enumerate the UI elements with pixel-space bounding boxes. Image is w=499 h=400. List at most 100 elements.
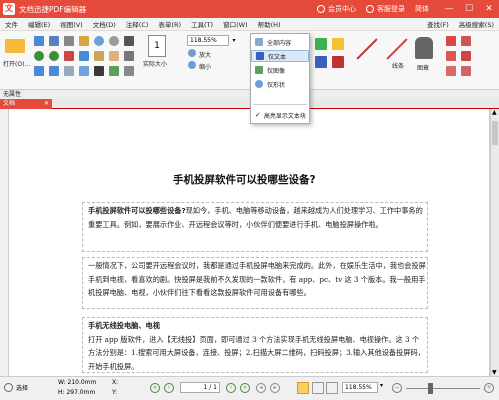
menu-help[interactable]: 帮助(H) [253,19,286,29]
dropdown-item-highlight-blocks[interactable]: ✓ 高亮显示文本块 [251,109,309,121]
zoom-input[interactable]: 118.55% [187,35,229,46]
zoom-dropdown-chevron-icon[interactable]: ▾ [380,382,383,389]
page-icon[interactable] [63,65,75,77]
last-page-icon[interactable]: » [240,383,250,393]
edit-content-icon[interactable] [78,65,90,77]
hand-tool-icon[interactable] [108,50,120,62]
select-tool-icon[interactable] [123,50,135,62]
back-icon[interactable]: ◂ [256,383,266,393]
maximize-icon[interactable]: ☐ [459,0,479,18]
advanced-find-button[interactable]: 高级搜索(S) [454,19,499,29]
copy-icon[interactable] [78,50,90,62]
email-icon[interactable] [78,35,90,47]
vertical-scrollbar[interactable]: ▲ ▼ [490,109,499,376]
actual-size-icon[interactable]: 1 [148,35,166,57]
search-icon[interactable] [93,35,105,47]
eraser-icon[interactable] [445,35,457,47]
stamp-icon[interactable] [413,35,435,61]
menu-document[interactable]: 文档(D) [88,19,121,29]
zoom-out-label[interactable]: 缩小 [199,62,211,71]
menu-view[interactable]: 视图(V) [55,19,88,29]
language-switch[interactable]: 简体 [415,4,429,14]
paragraph-usage[interactable]: 一般情况下，公司要开远程会议时，我都是通过手机投屏电脑来完成的。此外，在娱乐生活… [88,259,426,300]
measure-icon[interactable] [460,35,472,47]
zoom-slider-track[interactable] [406,388,480,389]
pdf-page[interactable]: 手机投屏软件可以投哪些设备? 手机投屏软件可以投哪些设备?现如今，手机、电脑等移… [8,109,490,376]
paragraph-intro[interactable]: 手机投屏软件可以投哪些设备?现如今，手机、电脑等移动设备，越来越成为人们处理学习… [88,204,426,231]
document-title[interactable]: 手机投屏软件可以投哪些设备? [173,172,316,187]
menu-tools[interactable]: 工具(T) [186,19,218,29]
sign-icon[interactable] [460,50,472,62]
first-page-icon[interactable]: « [150,383,160,393]
dropdown-item-shape-only[interactable]: 仅形状 [251,78,309,90]
single-page-view-icon[interactable] [297,382,309,394]
new-doc-icon[interactable] [33,35,45,47]
find-button[interactable]: 查找(F) [422,19,454,29]
menu-comment[interactable]: 注释(C) [121,19,154,29]
note-icon[interactable] [331,37,345,51]
menu-file[interactable]: 文件 [0,19,23,29]
stamp-label[interactable]: 图章 [417,63,429,72]
next-page-icon[interactable]: › [226,383,236,393]
redo-icon[interactable] [48,50,60,62]
save-icon[interactable] [48,35,60,47]
paragraph-wireless[interactable]: 手机无线投电脑、电视 打开 app 版软件，进入【无线投】页面，即可通过 3 个方… [88,319,426,373]
zoom-in-button-icon[interactable]: + [484,383,494,393]
zoom-slider-thumb[interactable] [428,383,433,394]
two-page-view-icon[interactable] [326,382,338,394]
zoom-out-icon[interactable] [187,60,197,70]
line-shape-label[interactable]: 线条 [392,61,404,70]
customer-service-link[interactable]: 客服登录 [366,4,405,14]
select-tool-button[interactable]: 选择 [4,383,28,392]
menu-window[interactable]: 窗口(W) [218,19,253,29]
menu-form[interactable]: 表单(R) [153,19,186,29]
print-icon[interactable] [63,35,75,47]
user-icon [317,5,325,13]
highlight-icon[interactable] [314,37,328,51]
menu-bar: 文件 编辑(E) 视图(V) 文档(D) 注释(C) 表单(R) 工具(T) 窗… [0,18,499,31]
underline-icon[interactable] [314,55,328,69]
open-button-label[interactable]: 打开(O)... [3,59,30,68]
attach-icon[interactable] [445,50,457,62]
minimize-icon[interactable]: — [439,0,459,18]
cursor-x: X: [112,379,119,386]
zoom-in-label[interactable]: 放大 [199,50,211,59]
pencil-icon[interactable] [383,35,411,63]
zoom-in-icon[interactable] [187,48,197,58]
scroll-up-icon[interactable]: ▲ [492,109,497,116]
chevron-down-icon[interactable]: ▾ [230,35,238,46]
actual-size-label[interactable]: 实际大小 [143,59,167,68]
close-icon[interactable]: ✕ [479,0,499,18]
scroll-thumb[interactable] [492,121,498,145]
member-center-link[interactable]: 会员中心 [317,4,356,14]
settings-icon[interactable] [108,35,120,47]
menu-edit[interactable]: 编辑(E) [23,19,55,29]
tab-document[interactable]: 文档 ✕ [0,99,52,109]
paste-icon[interactable] [93,50,105,62]
link-icon[interactable] [123,65,135,77]
add-image-icon[interactable] [108,65,120,77]
tab-close-icon[interactable]: ✕ [44,99,49,109]
rotate-left-icon[interactable] [33,65,45,77]
dropdown-item-all-content[interactable]: 全部内容 [251,36,309,48]
cut-icon[interactable] [63,50,75,62]
zoom-level-input[interactable]: 118.55% [342,382,378,393]
prev-page-icon[interactable]: ‹ [164,383,174,393]
zoom-out-button-icon[interactable]: − [392,383,402,393]
rotate-right-icon[interactable] [48,65,60,77]
area-icon[interactable] [460,65,472,77]
page-number-input[interactable]: 1 / 1 [180,382,220,393]
forward-icon[interactable]: ▸ [270,383,280,393]
open-folder-icon[interactable] [4,35,26,57]
undo-icon[interactable] [33,50,45,62]
dropdown-item-image-only[interactable]: 仅图像 [251,64,309,76]
camera-icon[interactable] [123,35,135,47]
line-shape-icon[interactable] [353,35,381,63]
dropdown-item-text-only[interactable]: 仅文本 [251,50,309,62]
strikethrough-icon[interactable] [331,55,345,69]
document-area: 手机投屏软件可以投哪些设备? 手机投屏软件可以投哪些设备?现如今，手机、电脑等移… [0,109,499,376]
continuous-view-icon[interactable] [312,382,324,394]
callout-icon[interactable] [445,65,457,77]
add-text-icon[interactable] [93,65,105,77]
scroll-down-icon[interactable]: ▼ [492,369,497,376]
